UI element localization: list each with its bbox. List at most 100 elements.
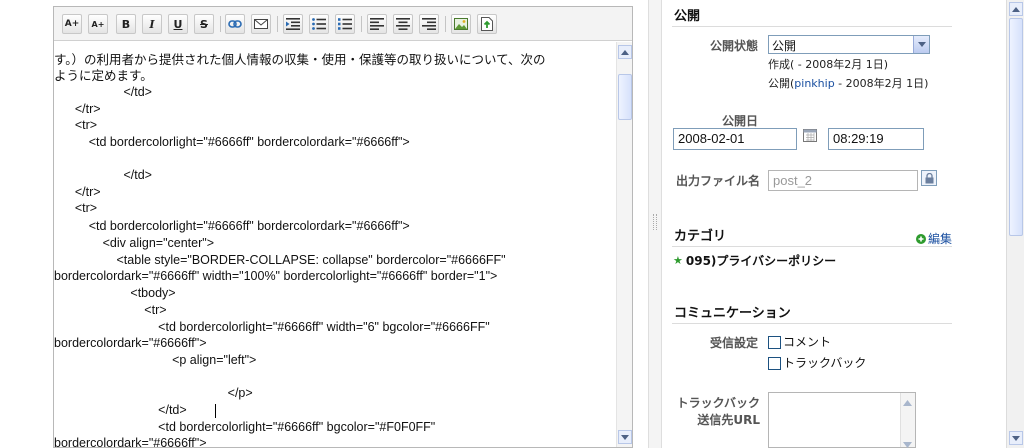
publish-section-title: 公開 bbox=[674, 9, 701, 24]
chevron-down-icon bbox=[621, 434, 629, 440]
image-icon bbox=[454, 18, 468, 30]
scroll-thumb[interactable] bbox=[618, 74, 632, 120]
code-line: <table style="BORDER-COLLAPSE: collapse"… bbox=[54, 253, 506, 267]
page-scroll-up-arrow[interactable] bbox=[1009, 2, 1023, 16]
html-source-textarea[interactable]: す。）の利用者から提供された個人情報の収集・使用・保護等の取り扱いについて、次の… bbox=[54, 42, 616, 447]
publish-time-input[interactable]: 08:29:19 bbox=[828, 128, 924, 150]
bullet-list-icon bbox=[312, 18, 326, 30]
communication-section-title: コミュニケーション bbox=[674, 306, 791, 321]
category-edit-label: 編集 bbox=[928, 232, 953, 246]
code-line: <div align="center"> bbox=[54, 236, 214, 250]
toolbar-separator bbox=[361, 16, 362, 32]
calendar-icon bbox=[803, 129, 817, 142]
textarea-scrollbar[interactable] bbox=[900, 393, 915, 448]
code-line: </p> bbox=[54, 386, 253, 400]
publish-date-input[interactable]: 2008-02-01 bbox=[673, 128, 797, 150]
code-line: <td bordercolorlight="#6666ff" width="6"… bbox=[54, 320, 490, 334]
pane-splitter[interactable] bbox=[648, 0, 662, 448]
created-info: 作成( - 2008年2月 1日) bbox=[768, 58, 889, 71]
star-icon: ★ bbox=[673, 254, 683, 267]
chevron-down-icon[interactable] bbox=[903, 437, 912, 448]
comment-checkbox-label[interactable]: コメント bbox=[783, 333, 831, 350]
page-scrollbar[interactable] bbox=[1006, 0, 1024, 448]
section-divider bbox=[672, 26, 952, 27]
code-line: <p align="left"> bbox=[54, 353, 257, 367]
code-line: </tr> bbox=[54, 102, 101, 116]
dropdown-button[interactable] bbox=[913, 36, 929, 53]
indent-icon bbox=[286, 18, 300, 30]
code-line: </td> bbox=[54, 403, 187, 417]
code-line: <tr> bbox=[54, 201, 98, 215]
code-line: <td bordercolorlight="#6666ff" bgcolor="… bbox=[54, 420, 436, 434]
published-info: 公開(pinkhip - 2008年2月 1日) bbox=[768, 75, 928, 91]
code-line: </td> bbox=[54, 85, 152, 99]
strikethrough-button[interactable]: S bbox=[194, 14, 214, 34]
comment-checkbox[interactable] bbox=[768, 336, 781, 349]
numbered-list-button[interactable] bbox=[335, 14, 355, 34]
code-line: <tbody> bbox=[54, 286, 176, 300]
insert-image-button[interactable] bbox=[451, 14, 471, 34]
trackback-url-textarea[interactable] bbox=[768, 392, 916, 448]
output-filename-input[interactable]: post_2 bbox=[768, 170, 918, 191]
align-left-button[interactable] bbox=[367, 14, 387, 34]
indent-button[interactable] bbox=[283, 14, 303, 34]
link-button[interactable] bbox=[225, 14, 245, 34]
chevron-up-icon bbox=[1012, 6, 1020, 12]
splitter-grip bbox=[653, 214, 657, 230]
align-right-button[interactable] bbox=[419, 14, 439, 34]
editor-toolbar: A+ A+ B I U S bbox=[54, 7, 632, 41]
editor-pane: A+ A+ B I U S す。）の利用者から提供された個人情報の収集・使用・保… bbox=[0, 0, 648, 448]
calendar-button[interactable] bbox=[802, 127, 818, 143]
code-line: bordercolordark="#6666ff" width="100%" b… bbox=[54, 269, 498, 283]
bullet-list-button[interactable] bbox=[309, 14, 329, 34]
code-line: す。）の利用者から提供された個人情報の収集・使用・保護等の取り扱いについて、次の bbox=[54, 52, 546, 67]
code-line: <tr> bbox=[54, 118, 98, 132]
upload-icon bbox=[481, 17, 493, 31]
category-edit-link[interactable]: 編集 bbox=[916, 230, 952, 247]
align-center-button[interactable] bbox=[393, 14, 413, 34]
bold-button[interactable]: B bbox=[116, 14, 136, 34]
publish-status-value: 公開 bbox=[772, 39, 797, 53]
publish-status-select[interactable]: 公開 bbox=[768, 35, 930, 54]
code-line: bordercolordark="#6666ff"> bbox=[54, 436, 207, 447]
code-line: ように定めます。 bbox=[54, 68, 153, 83]
scroll-up-arrow[interactable] bbox=[618, 45, 632, 59]
align-center-icon bbox=[396, 18, 410, 30]
text-cursor bbox=[215, 404, 216, 418]
upload-file-button[interactable] bbox=[477, 14, 497, 34]
page-scroll-down-arrow[interactable] bbox=[1009, 431, 1023, 445]
align-left-icon bbox=[370, 18, 384, 30]
link-icon bbox=[228, 20, 242, 28]
publish-status-label: 公開状態 bbox=[709, 39, 758, 53]
category-item-label: 095)プライバシーポリシー bbox=[685, 254, 837, 268]
section-divider bbox=[672, 246, 952, 247]
publish-date-label: 公開日 bbox=[721, 114, 758, 128]
editor-scrollbar[interactable] bbox=[616, 42, 632, 447]
chevron-up-icon bbox=[621, 49, 629, 55]
page-scroll-thumb[interactable] bbox=[1009, 18, 1023, 236]
scroll-down-arrow[interactable] bbox=[618, 430, 632, 444]
toolbar-separator bbox=[277, 16, 278, 32]
receive-settings-label: 受信設定 bbox=[709, 336, 758, 350]
increase-font-size-button[interactable]: A+ bbox=[62, 14, 82, 34]
underline-button[interactable]: U bbox=[168, 14, 188, 34]
post-settings-sidebar: 公開 公開状態 公開 作成( - 2008年2月 1日) 公開(pinkhip … bbox=[662, 0, 1004, 448]
category-section-title: カテゴリ bbox=[674, 229, 727, 244]
trackback-checkbox-label[interactable]: トラックバック bbox=[783, 354, 866, 371]
trackback-checkbox[interactable] bbox=[768, 357, 781, 370]
decrease-font-size-button[interactable]: A+ bbox=[88, 14, 108, 34]
align-right-icon bbox=[422, 18, 436, 30]
code-line: <td bordercolorlight="#6666ff" bordercol… bbox=[54, 219, 410, 233]
filename-lock-button[interactable] bbox=[921, 170, 937, 186]
published-suffix: - 2008年2月 1日) bbox=[834, 77, 929, 90]
toolbar-separator bbox=[445, 16, 446, 32]
chevron-down-icon bbox=[1012, 435, 1020, 441]
trackback-url-label-line1: トラックバック bbox=[676, 396, 760, 410]
chevron-up-icon[interactable] bbox=[903, 395, 912, 409]
email-button[interactable] bbox=[251, 14, 271, 34]
category-item[interactable]: ★ 095)プライバシーポリシー bbox=[673, 252, 836, 269]
code-line: </td> bbox=[54, 168, 152, 182]
published-user-link[interactable]: pinkhip bbox=[794, 77, 834, 90]
envelope-icon bbox=[254, 19, 268, 29]
italic-button[interactable]: I bbox=[142, 14, 162, 34]
